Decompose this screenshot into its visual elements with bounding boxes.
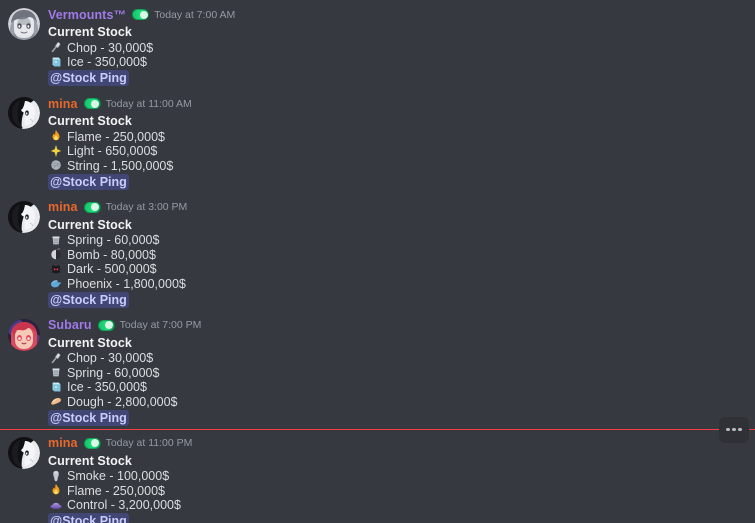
message-header: Vermounts™ Today at 7:00 AM [48, 6, 747, 23]
stock-title: Current Stock [48, 217, 132, 232]
stock-item: Chop - 30,000$ [48, 40, 747, 55]
stock-item-label: Chop - 30,000$ [67, 351, 154, 366]
message-timestamp: Today at 11:00 PM [105, 437, 193, 449]
stock-item: Ice - 350,000$ [48, 380, 747, 395]
discord-message-list: Vermounts™ Today at 7:00 AM Current Stoc… [0, 0, 755, 523]
avatar-vermounts[interactable] [8, 8, 40, 40]
stock-item-label: Chop - 30,000$ [67, 40, 154, 55]
stock-ping-mention[interactable]: @Stock Ping [48, 291, 129, 308]
spring-icon [48, 233, 63, 246]
message-1: Vermounts™ Today at 7:00 AM Current Stoc… [0, 0, 755, 89]
stock-title: Current Stock [48, 114, 132, 128]
message-body: mina Today at 3:00 PM Current Stock Spri… [48, 199, 747, 309]
chop-icon [48, 351, 63, 364]
message-author[interactable]: mina [48, 199, 78, 215]
ice-icon [48, 55, 63, 68]
message-header: Subaru Today at 7:00 PM [48, 317, 747, 334]
green-pill-emoji [132, 9, 150, 20]
message-header: mina Today at 3:00 PM [48, 199, 747, 216]
green-pill-emoji [83, 98, 101, 109]
stock-item-label: Ice - 350,000$ [67, 380, 147, 395]
message-body: Subaru Today at 7:00 PM Current Stock Ch… [48, 317, 747, 427]
green-pill-emoji [97, 319, 115, 331]
stock-ping-mention[interactable]: @Stock Ping [48, 409, 129, 426]
stock-title: Current Stock [48, 25, 132, 39]
message-4: Subaru Today at 7:00 PM Current Stock Ch… [0, 311, 755, 429]
message-header: mina Today at 11:00 PM [48, 435, 747, 452]
stock-item-label: String - 1,500,000$ [67, 158, 174, 173]
message-author[interactable]: Subaru [48, 317, 92, 333]
control-icon [48, 498, 63, 511]
stock-ping-mention[interactable]: @Stock Ping [48, 173, 129, 190]
message-timestamp: Today at 11:00 AM [105, 97, 192, 110]
stock-item: Chop - 30,000$ [48, 351, 747, 366]
dark-icon [48, 262, 63, 275]
stock-item: Dark - 500,000$ [48, 262, 747, 277]
stock-item-label: Ice - 350,000$ [67, 55, 147, 70]
spring-icon [48, 366, 63, 379]
light-icon [48, 144, 63, 157]
message-header: mina Today at 11:00 AM [48, 95, 747, 112]
stock-item: Dough - 2,800,000$ [48, 394, 747, 409]
stock-title: Current Stock [48, 335, 132, 350]
avatar-mina[interactable] [8, 200, 40, 233]
stock-item: String - 1,500,000$ [48, 158, 747, 173]
green-pill-emoji [83, 437, 101, 449]
stock-item: Ice - 350,000$ [48, 55, 747, 70]
message-body: mina Today at 11:00 AM Current Stock Fla… [48, 95, 747, 191]
stock-item-label: Flame - 250,000$ [67, 129, 165, 144]
stock-title: Current Stock [48, 453, 132, 468]
stock-item-label: Smoke - 100,000$ [67, 469, 170, 484]
stock-item-label: Bomb - 80,000$ [67, 247, 156, 262]
message-author[interactable]: mina [48, 435, 78, 451]
message-author[interactable]: Vermounts™ [48, 7, 126, 23]
avatar-subaru[interactable] [8, 318, 40, 351]
message-body: mina Today at 11:00 PM Current Stock Smo… [48, 435, 747, 523]
dough-icon [48, 395, 63, 408]
avatar-mina[interactable] [8, 436, 40, 469]
bomb-icon [48, 248, 63, 261]
flame-icon [48, 484, 63, 497]
stock-item-label: Control - 3,200,000$ [67, 498, 181, 513]
ice-icon [48, 380, 63, 393]
string-icon [48, 159, 63, 172]
green-pill-emoji [83, 201, 101, 213]
smoke-icon [48, 469, 63, 482]
stock-item: Flame - 250,000$ [48, 483, 747, 498]
stock-item-label: Light - 650,000$ [67, 144, 158, 159]
message-body: Vermounts™ Today at 7:00 AM Current Stoc… [48, 6, 747, 87]
stock-item-label: Dark - 500,000$ [67, 262, 157, 277]
message-5: mina Today at 11:00 PM Current Stock Smo… [0, 429, 755, 523]
message-2: mina Today at 11:00 AM Current Stock Fla… [0, 89, 755, 193]
chop-icon [48, 41, 63, 54]
flame-icon [48, 130, 63, 143]
message-author[interactable]: mina [48, 96, 78, 112]
stock-item: Control - 3,200,000$ [48, 498, 747, 513]
message-timestamp: Today at 7:00 AM [154, 8, 236, 21]
stock-item: Spring - 60,000$ [48, 233, 747, 248]
message-timestamp: Today at 7:00 PM [119, 319, 202, 331]
stock-item-label: Dough - 2,800,000$ [67, 394, 178, 409]
stock-ping-mention[interactable]: @Stock Ping [48, 513, 129, 523]
stock-item: Bomb - 80,000$ [48, 247, 747, 262]
message-3: mina Today at 3:00 PM Current Stock Spri… [0, 193, 755, 311]
avatar-mina[interactable] [8, 97, 40, 129]
message-timestamp: Today at 3:00 PM [105, 201, 188, 213]
stock-item-label: Phoenix - 1,800,000$ [67, 276, 186, 291]
stock-item-label: Flame - 250,000$ [67, 483, 165, 498]
stock-ping-mention[interactable]: @Stock Ping [48, 70, 129, 86]
stock-item: Phoenix - 1,800,000$ [48, 276, 747, 291]
stock-item: Light - 650,000$ [48, 144, 747, 159]
stock-item: Spring - 60,000$ [48, 365, 747, 380]
stock-item-label: Spring - 60,000$ [67, 365, 160, 380]
stock-item-label: Spring - 60,000$ [67, 233, 160, 248]
phoenix-icon [48, 277, 63, 290]
stock-item: Flame - 250,000$ [48, 129, 747, 144]
stock-item: Smoke - 100,000$ [48, 469, 747, 484]
